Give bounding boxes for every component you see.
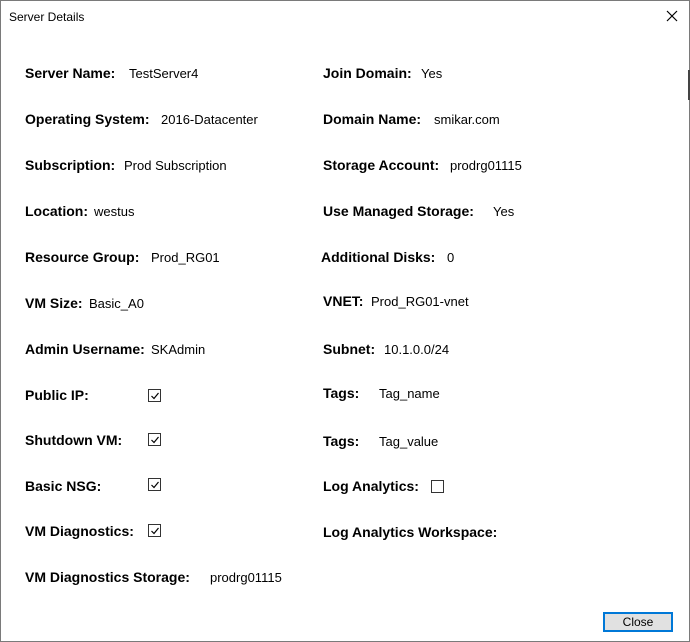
log-analytics-label: Log Analytics: <box>323 478 419 494</box>
public-ip-label: Public IP: <box>25 387 89 403</box>
tags-name-label: Tags: <box>323 385 360 401</box>
subscription-label: Subscription: <box>25 157 116 173</box>
checkmark-icon <box>150 481 159 488</box>
resource-group-value: Prod_RG01 <box>151 250 220 265</box>
server-name-value: TestServer4 <box>129 66 199 81</box>
subnet-value: 10.1.0.0/24 <box>384 342 450 357</box>
title-bar: Server Details <box>1 1 689 32</box>
basic-nsg-label: Basic NSG: <box>25 478 102 494</box>
vm-diagnostics-label: VM Diagnostics: <box>25 523 134 539</box>
close-button[interactable]: Close <box>603 612 673 632</box>
operating-system-value: 2016-Datacenter <box>161 112 258 127</box>
subscription-value: Prod Subscription <box>124 158 227 173</box>
server-name-label: Server Name: <box>25 65 116 81</box>
vm-diagnostics-storage-value: prodrg01115 <box>210 570 282 585</box>
domain-name-label: Domain Name: <box>323 111 422 127</box>
tags-value-value: Tag_value <box>379 434 439 449</box>
checkmark-icon <box>150 527 159 534</box>
basic-nsg-checkbox[interactable] <box>148 478 161 491</box>
operating-system-label: Operating System: <box>25 111 150 127</box>
checkmark-icon <box>150 392 159 399</box>
additional-disks-label: Additional Disks: <box>321 249 436 265</box>
admin-username-value: SKAdmin <box>151 342 206 357</box>
tags-value-label: Tags: <box>323 433 360 449</box>
vnet-value: Prod_RG01-vnet <box>371 294 469 309</box>
vnet-label: VNET: <box>323 293 364 309</box>
vm-size-value: Basic_A0 <box>89 296 144 311</box>
storage-account-value: prodrg01115 <box>450 158 522 173</box>
shutdown-vm-checkbox[interactable] <box>148 433 161 446</box>
subnet-label: Subnet: <box>323 341 376 357</box>
admin-username-label: Admin Username: <box>25 341 145 357</box>
checkmark-icon <box>150 436 159 443</box>
domain-name-value: smikar.com <box>434 112 500 127</box>
storage-account-label: Storage Account: <box>323 157 440 173</box>
tags-name-value: Tag_name <box>379 386 440 401</box>
vm-diagnostics-storage-label: VM Diagnostics Storage: <box>25 569 190 585</box>
vm-diagnostics-checkbox[interactable] <box>148 524 161 537</box>
log-analytics-workspace-label: Log Analytics Workspace: <box>323 524 498 540</box>
server-details-dialog: Server Details Server Name: TestServer4 … <box>0 0 690 642</box>
additional-disks-value: 0 <box>447 250 455 265</box>
join-domain-label: Join Domain: <box>323 65 412 81</box>
public-ip-checkbox[interactable] <box>148 389 161 402</box>
location-label: Location: <box>25 203 88 219</box>
resource-group-label: Resource Group: <box>25 249 140 265</box>
location-value: westus <box>94 204 135 219</box>
use-managed-storage-label: Use Managed Storage: <box>323 203 474 219</box>
close-icon <box>666 10 678 22</box>
shutdown-vm-label: Shutdown VM: <box>25 432 123 448</box>
log-analytics-checkbox[interactable] <box>431 480 444 493</box>
vm-size-label: VM Size: <box>25 295 83 311</box>
join-domain-value: Yes <box>421 66 443 81</box>
window-close-button[interactable] <box>661 5 683 27</box>
window-title: Server Details <box>9 10 85 24</box>
use-managed-storage-value: Yes <box>493 204 515 219</box>
